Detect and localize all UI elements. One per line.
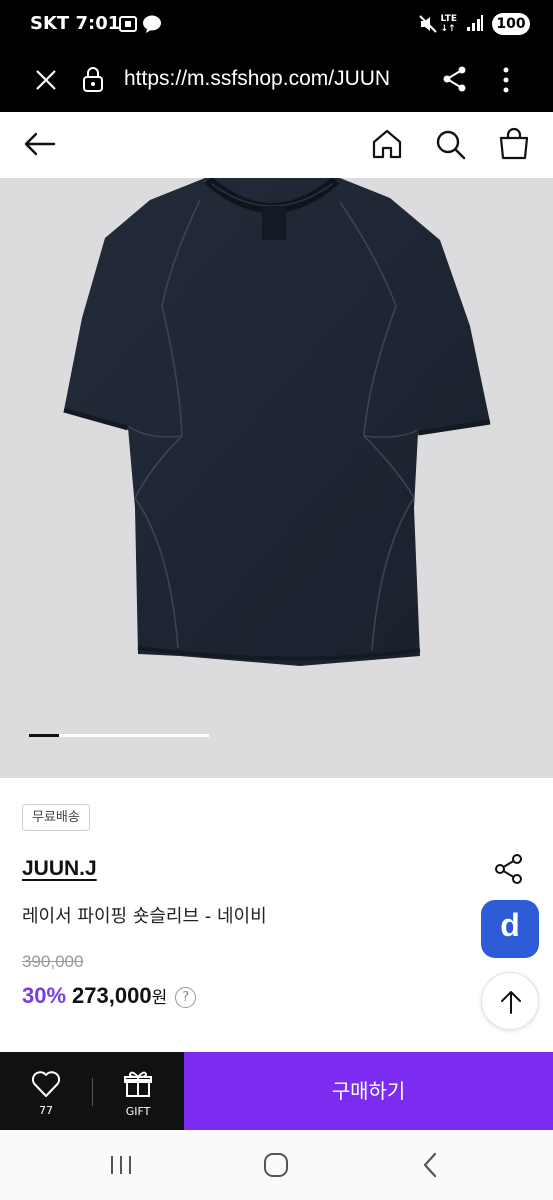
search-icon[interactable] — [432, 126, 468, 162]
back-nav-icon[interactable] — [420, 1152, 440, 1178]
heart-icon — [31, 1071, 61, 1097]
product-image-carousel[interactable] — [0, 178, 553, 778]
network-type: LTE ↓↑ — [440, 14, 457, 34]
like-button[interactable]: 77 — [22, 1070, 70, 1117]
home-nav-icon[interactable] — [262, 1152, 290, 1178]
bag-icon[interactable] — [496, 126, 532, 162]
gift-label: GIFT — [125, 1105, 151, 1118]
clock: 7:01 — [75, 13, 121, 34]
carrier-label: SKT — [30, 13, 70, 34]
gift-button[interactable]: GIFT — [113, 1070, 163, 1118]
action-bar-left: 77 GIFT — [0, 1052, 184, 1130]
buy-button[interactable]: 구매하기 — [184, 1052, 553, 1130]
browser-url-bar: https://m.ssfshop.com/JUUN — [0, 50, 553, 112]
kakaotalk-icon — [143, 15, 161, 33]
more-icon[interactable] — [500, 66, 512, 94]
brand-link[interactable]: JUUN.J — [22, 857, 97, 881]
android-nav-bar — [0, 1130, 553, 1200]
status-bar: SKT 7:01 LTE ↓↑ 100 — [0, 0, 553, 50]
status-carrier-time: SKT 7:01 — [30, 13, 120, 34]
like-count: 77 — [39, 1104, 53, 1117]
product-share-icon[interactable] — [494, 853, 524, 885]
lock-icon[interactable] — [82, 65, 104, 93]
share-icon[interactable] — [442, 65, 468, 93]
d-logo-text: d — [500, 907, 520, 943]
arrow-up-icon — [501, 991, 521, 1014]
discount-rate: 30% — [22, 983, 67, 1008]
mute-icon — [419, 15, 437, 33]
product-name: 레이서 파이핑 숏슬리브 - 네이비 — [22, 906, 267, 927]
network-type-label: LTE — [440, 14, 457, 24]
currency-unit: 원 — [151, 988, 168, 1008]
d-floating-button[interactable]: d — [481, 900, 539, 958]
home-icon[interactable] — [369, 126, 405, 162]
product-image-tshirt — [63, 178, 491, 666]
carousel-progress — [29, 734, 209, 737]
original-price: 390,000 — [22, 952, 84, 971]
scroll-top-button[interactable] — [481, 972, 539, 1030]
sale-price: 273,000 — [72, 983, 152, 1008]
free-shipping-badge: 무료배송 — [22, 804, 90, 831]
battery-indicator: 100 — [492, 13, 530, 35]
purchase-action-bar: 77 GIFT 구매하기 — [0, 1052, 553, 1130]
gift-icon — [124, 1071, 152, 1097]
close-icon[interactable] — [34, 68, 58, 92]
recent-apps-icon[interactable] — [108, 1154, 134, 1176]
system-top-area: SKT 7:01 LTE ↓↑ 100 https://m.ssfshop.co… — [0, 0, 553, 112]
url-text[interactable]: https://m.ssfshop.com/JUUN — [124, 67, 420, 91]
action-divider — [92, 1078, 93, 1106]
price-row: 30% 273,000원? — [22, 983, 197, 1013]
signal-icon — [467, 15, 483, 31]
back-arrow-icon[interactable] — [22, 126, 58, 162]
price-help-icon[interactable]: ? — [175, 987, 197, 1008]
screenshot-icon — [119, 16, 137, 32]
app-header — [0, 112, 553, 178]
carousel-progress-fill — [29, 734, 59, 737]
